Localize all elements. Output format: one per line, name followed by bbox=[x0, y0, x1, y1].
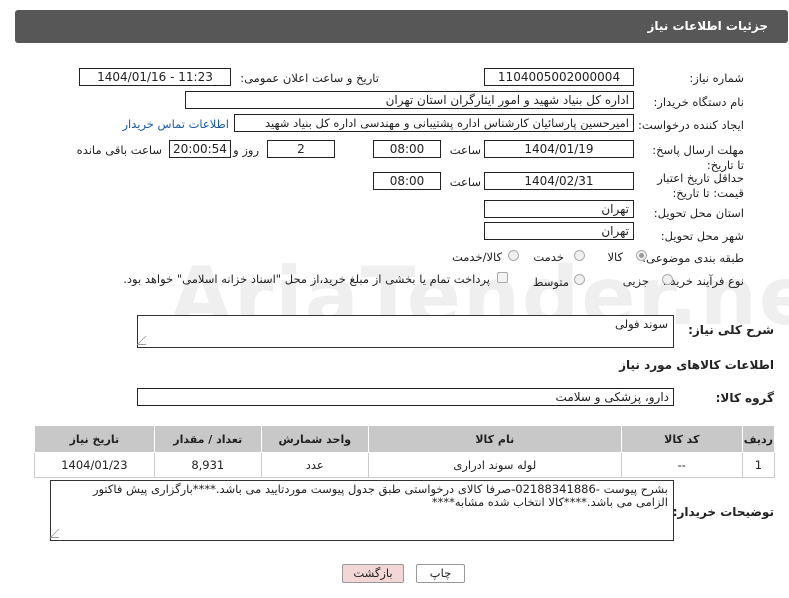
radio-medium[interactable] bbox=[574, 274, 585, 285]
page-header: جزئیات اطلاعات نیاز bbox=[15, 10, 788, 43]
days-field[interactable]: 2 bbox=[267, 140, 335, 158]
buyer-notes-label: توضیحات خریدار: bbox=[672, 505, 774, 519]
col-unit: واحد شمارش bbox=[260, 425, 369, 453]
resize-handle-icon[interactable] bbox=[136, 336, 155, 345]
resize-handle-icon[interactable] bbox=[49, 529, 68, 538]
purchase-option-medium: متوسط bbox=[532, 275, 569, 289]
radio-goods-service[interactable] bbox=[508, 250, 519, 261]
category-option-goods-service: کالا/خدمت bbox=[451, 250, 502, 264]
city-label: شهر محل تحویل: bbox=[660, 229, 744, 243]
buyer-label: نام دستگاه خریدار: bbox=[653, 95, 744, 109]
validity-hour-label: ساعت bbox=[449, 175, 481, 189]
category-label: طبقه بندی موضوعی: bbox=[642, 251, 744, 265]
cell-code: -- bbox=[620, 452, 743, 478]
buyer-field[interactable]: اداره کل بنیاد شهید و امور ایثارگران است… bbox=[185, 91, 634, 109]
treasury-payment-text: پرداخت تمام یا بخشی از مبلغ خرید،از محل … bbox=[123, 272, 490, 286]
province-field[interactable]: تهران bbox=[484, 200, 634, 218]
deadline-time-field[interactable]: 08:00 bbox=[373, 140, 441, 158]
city-field[interactable]: تهران bbox=[484, 222, 634, 240]
col-quantity: تعداد / مقدار bbox=[153, 425, 262, 453]
page-title: جزئیات اطلاعات نیاز bbox=[647, 19, 768, 33]
cell-quantity: 8,931 bbox=[153, 452, 262, 478]
cell-unit: عدد bbox=[260, 452, 369, 478]
purchase-option-minor: جزیی bbox=[622, 274, 649, 288]
cell-row: 1 bbox=[741, 452, 776, 478]
cell-name: لوله سوند ادراری bbox=[367, 452, 622, 478]
col-code: کد کالا bbox=[620, 425, 743, 453]
purchase-label: نوع فرآیند خرید : bbox=[662, 274, 744, 288]
general-desc-value: سوند فولی bbox=[615, 317, 668, 331]
goods-group-label: گروه کالا: bbox=[715, 391, 774, 405]
goods-group-field[interactable]: دارو، پزشکی و سلامت bbox=[137, 388, 674, 406]
col-need-date: تاریخ نیاز bbox=[34, 425, 155, 453]
treasury-checkbox[interactable] bbox=[497, 272, 508, 283]
buyer-notes-field[interactable]: بشرح پیوست -02188341886-صرفا کالای درخوا… bbox=[49, 480, 674, 541]
validity-date-field[interactable]: 1404/02/31 bbox=[484, 172, 634, 190]
need-number-field[interactable]: 1104005002000004 bbox=[484, 68, 634, 86]
remaining-time-field[interactable]: 20:00:54 bbox=[169, 140, 231, 158]
col-name: نام کالا bbox=[367, 425, 622, 453]
deadline-date-field[interactable]: 1404/01/19 bbox=[484, 140, 634, 158]
table-row[interactable]: 1 -- لوله سوند ادراری عدد 8,931 1404/01/… bbox=[34, 452, 776, 478]
need-number-label: شماره نیاز: bbox=[689, 71, 744, 85]
category-option-goods: کالا bbox=[607, 250, 623, 264]
cell-need-date: 1404/01/23 bbox=[34, 452, 155, 478]
validity-label: حداقل تاریخ اعتبار قیمت: تا تاریخ: bbox=[657, 171, 744, 200]
buyer-notes-line2: الزامی می باشد.****کالا انتخاب شده مشابه… bbox=[431, 495, 668, 509]
category-option-service: خدمت bbox=[533, 250, 564, 264]
announce-field[interactable]: 1404/01/16 - 11:23 bbox=[79, 68, 231, 86]
radio-goods[interactable] bbox=[636, 250, 647, 261]
goods-table: ردیف کد کالا نام کالا واحد شمارش تعداد /… bbox=[34, 425, 776, 478]
contact-buyer-link[interactable]: اطلاعات تماس خریدار bbox=[122, 117, 229, 131]
back-button[interactable]: بازگشت bbox=[342, 564, 404, 583]
creator-label: ایجاد کننده درخواست: bbox=[638, 118, 744, 132]
general-desc-label: شرح کلی نیاز: bbox=[688, 323, 774, 337]
goods-section-title: اطلاعات کالاهای مورد نیاز bbox=[619, 358, 774, 372]
days-label: روز و bbox=[233, 143, 259, 157]
remaining-label: ساعت باقی مانده bbox=[76, 143, 162, 157]
deadline-hour-label: ساعت bbox=[449, 143, 481, 157]
radio-minor[interactable] bbox=[662, 274, 673, 285]
table-header-row: ردیف کد کالا نام کالا واحد شمارش تعداد /… bbox=[34, 425, 776, 453]
announce-label: تاریخ و ساعت اعلان عمومی: bbox=[240, 71, 379, 85]
creator-field[interactable]: امیرحسین پارسائیان کارشناس اداره پشتیبان… bbox=[234, 114, 634, 132]
general-desc-field[interactable]: سوند فولی bbox=[136, 315, 674, 348]
validity-time-field[interactable]: 08:00 bbox=[373, 172, 441, 190]
radio-service[interactable] bbox=[574, 250, 585, 261]
print-button[interactable]: چاپ bbox=[416, 564, 465, 583]
col-row: ردیف bbox=[741, 425, 776, 453]
province-label: استان محل تحویل: bbox=[653, 206, 744, 220]
deadline-label: مهلت ارسال پاسخ: تا تاریخ: bbox=[652, 143, 744, 172]
